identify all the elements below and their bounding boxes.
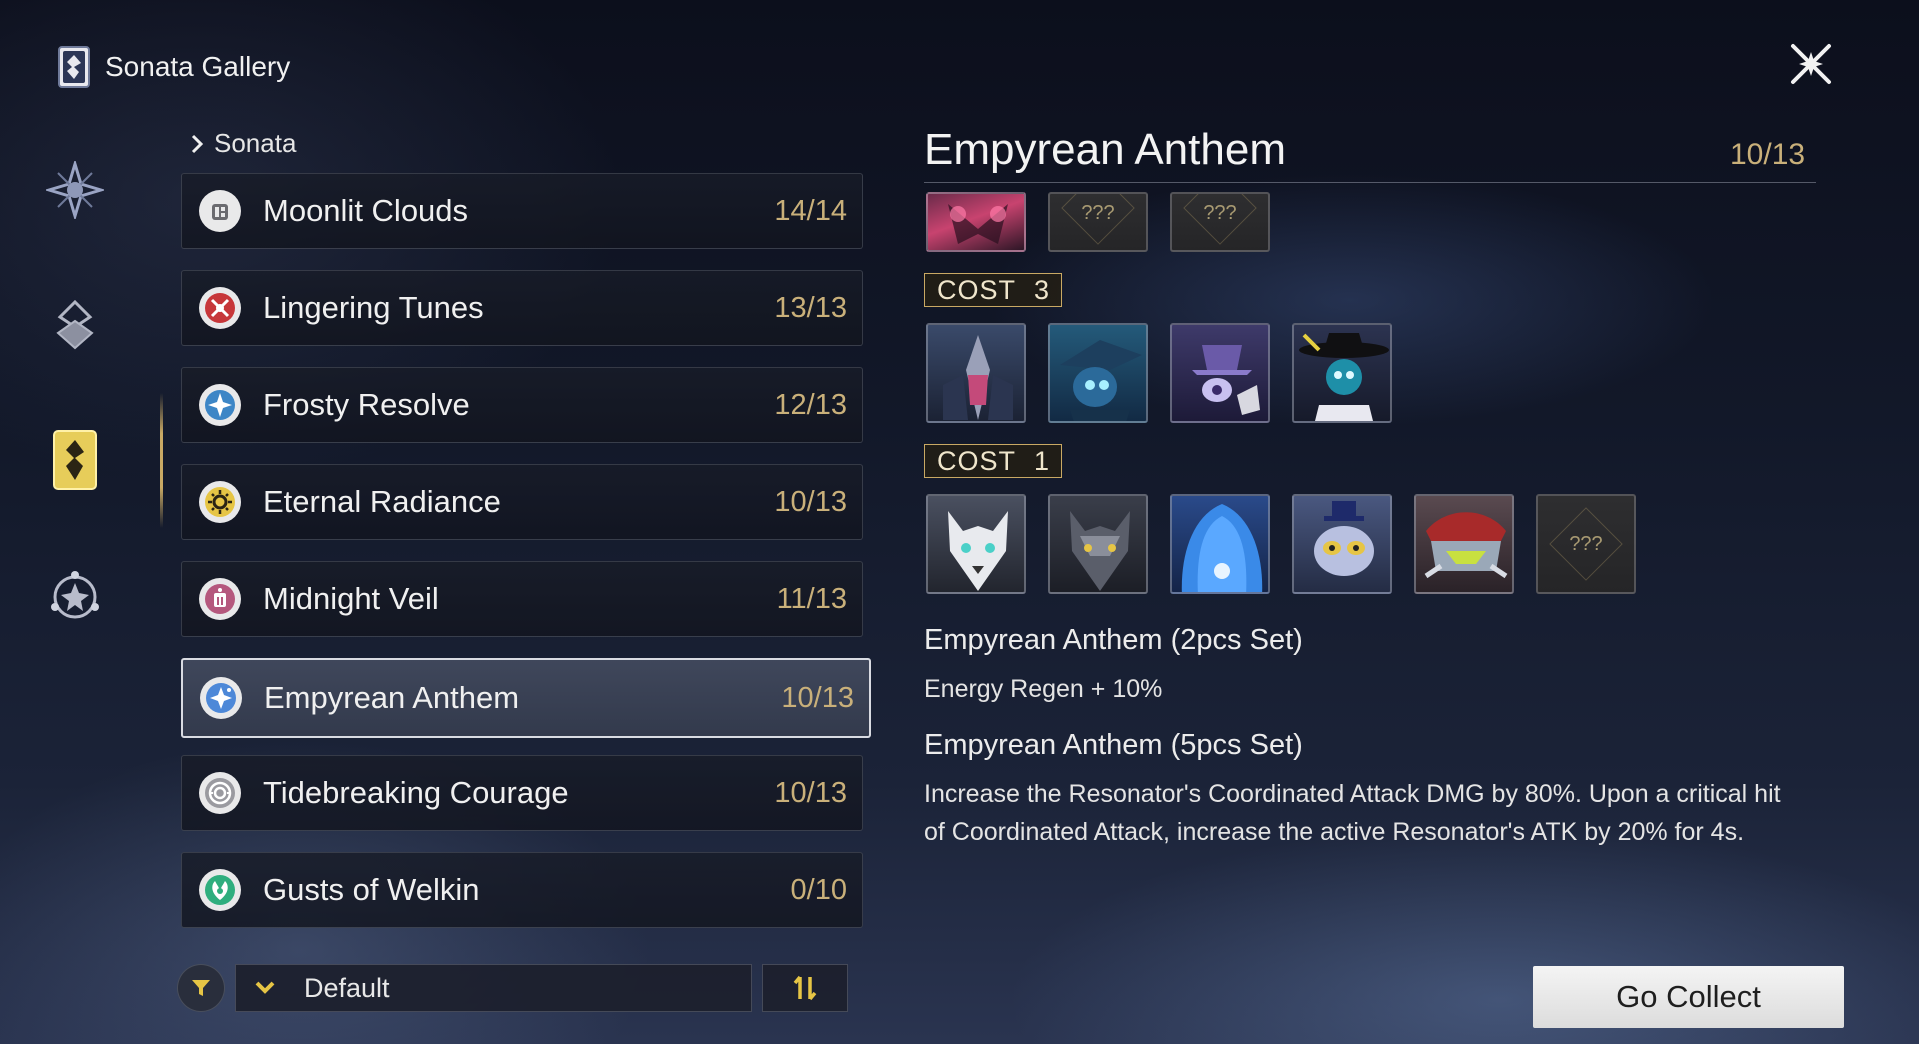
page-title: Sonata Gallery <box>105 51 291 82</box>
echo-slot-locked[interactable]: ??? <box>1536 494 1636 594</box>
set-name: Frosty Resolve <box>263 387 470 422</box>
locked-label: ??? <box>1203 201 1237 224</box>
echo-slot[interactable] <box>1292 323 1392 423</box>
echo-portrait-icon <box>1314 501 1374 576</box>
echo-portrait-icon <box>948 204 1008 244</box>
echo-slot-locked[interactable]: ??? <box>1048 192 1148 252</box>
chevron-right-icon <box>191 134 204 153</box>
set-name: Midnight Veil <box>263 581 439 616</box>
sort-arrows-icon <box>793 975 817 1001</box>
empyrean-anthem-icon <box>200 677 242 719</box>
sort-dropdown[interactable]: Default <box>235 964 752 1012</box>
set-name: Eternal Radiance <box>263 484 501 519</box>
echo-slot[interactable] <box>1170 494 1270 594</box>
locked-label: ??? <box>1081 201 1115 224</box>
chevron-down-icon <box>255 981 275 994</box>
header: Sonata Gallery <box>57 44 290 90</box>
constellation-icon <box>51 571 99 619</box>
go-collect-button[interactable]: Go Collect <box>1533 966 1844 1028</box>
filter-bar: Default <box>177 963 848 1013</box>
set-name: Lingering Tunes <box>263 290 484 325</box>
tidebreaking-courage-icon <box>199 772 241 814</box>
echo-diamond-icon <box>56 299 94 350</box>
echo-portrait-icon <box>1181 504 1263 592</box>
set-count: 0/10 <box>790 873 847 906</box>
cost-value: 3 <box>1034 274 1051 305</box>
echo-portrait-icon <box>1070 511 1130 591</box>
nav-item-echo[interactable] <box>40 290 110 360</box>
list-item-frosty-resolve[interactable]: Frosty Resolve 12/13 <box>181 367 863 443</box>
set-count: 12/13 <box>774 388 847 421</box>
cost-1-badge: COST 1 <box>924 444 1062 478</box>
echo-slot[interactable] <box>1414 494 1514 594</box>
nav-item-sonata[interactable] <box>40 425 110 495</box>
close-button[interactable] <box>1785 38 1837 90</box>
set-count: 10/13 <box>774 485 847 518</box>
cost-3-badge: COST 3 <box>924 273 1062 307</box>
set-count: 13/13 <box>774 291 847 324</box>
two-piece-effect-text: Energy Regen + 10% <box>924 675 1163 703</box>
echo-slot[interactable] <box>1048 494 1148 594</box>
eternal-radiance-icon <box>199 481 241 523</box>
funnel-icon <box>192 980 210 996</box>
echo-portrait-icon <box>1424 512 1508 579</box>
breadcrumb[interactable]: Sonata <box>190 128 296 159</box>
two-piece-effect-title: Empyrean Anthem (2pcs Set) <box>924 624 1303 656</box>
echo-slot[interactable] <box>926 323 1026 423</box>
close-icon <box>1791 44 1831 84</box>
echo-slot-locked[interactable]: ??? <box>1170 192 1270 252</box>
sort-dropdown-label: Default <box>304 972 390 1003</box>
frosty-resolve-icon <box>199 384 241 426</box>
set-name: Gusts of Welkin <box>263 872 480 907</box>
cost-label: COST <box>937 445 1017 476</box>
set-count: 10/13 <box>781 681 854 714</box>
echo-portrait-icon <box>948 511 1008 591</box>
detail-count: 10/13 <box>1730 138 1806 171</box>
detail-divider <box>924 182 1816 183</box>
locked-label: ??? <box>1569 532 1603 555</box>
echo-portrait-icon <box>1060 340 1142 421</box>
set-count: 14/14 <box>774 194 847 227</box>
breadcrumb-label: Sonata <box>214 128 297 158</box>
sonata-card-icon <box>53 430 97 490</box>
echo-slot[interactable] <box>926 494 1026 594</box>
nav-active-rail <box>160 393 163 528</box>
echo-portrait-icon <box>1299 333 1389 421</box>
set-count: 10/13 <box>774 776 847 809</box>
nav-item-collection[interactable] <box>40 560 110 630</box>
gusts-of-welkin-icon <box>199 869 241 911</box>
echo-portrait-icon <box>1192 345 1260 415</box>
echo-slot[interactable] <box>926 192 1026 252</box>
filter-button[interactable] <box>177 964 225 1012</box>
list-item-empyrean-anthem[interactable]: Empyrean Anthem 10/13 <box>181 658 871 738</box>
cost-label: COST <box>937 274 1017 305</box>
echo-slot[interactable] <box>1170 323 1270 423</box>
set-count: 11/13 <box>776 582 847 615</box>
compass-star-icon <box>46 161 104 219</box>
list-item-lingering-tunes[interactable]: Lingering Tunes 13/13 <box>181 270 863 346</box>
echo-slot[interactable] <box>1048 323 1148 423</box>
echo-slot[interactable] <box>1292 494 1392 594</box>
set-name: Moonlit Clouds <box>263 193 469 228</box>
echo-portrait-icon <box>943 335 1013 420</box>
set-name: Tidebreaking Courage <box>263 775 569 810</box>
lingering-tunes-icon <box>199 287 241 329</box>
cost-value: 1 <box>1034 445 1051 476</box>
midnight-veil-icon <box>199 578 241 620</box>
list-item-gusts-of-welkin[interactable]: Gusts of Welkin 0/10 <box>181 852 863 928</box>
list-item-midnight-veil[interactable]: Midnight Veil 11/13 <box>181 561 863 637</box>
five-piece-effect-text: Increase the Resonator's Coordinated Att… <box>924 780 1781 846</box>
five-piece-effect-title: Empyrean Anthem (5pcs Set) <box>924 729 1303 761</box>
detail-title: Empyrean Anthem <box>924 125 1286 174</box>
list-item-eternal-radiance[interactable]: Eternal Radiance 10/13 <box>181 464 863 540</box>
set-name: Empyrean Anthem <box>264 680 520 715</box>
moonlit-clouds-icon <box>199 190 241 232</box>
nav-item-resonance[interactable] <box>40 155 110 225</box>
sort-order-button[interactable] <box>762 964 848 1012</box>
list-item-tidebreaking-courage[interactable]: Tidebreaking Courage 10/13 <box>181 755 863 831</box>
list-item-moonlit-clouds[interactable]: Moonlit Clouds 14/14 <box>181 173 863 249</box>
sonata-gallery-logo-icon <box>58 46 90 88</box>
